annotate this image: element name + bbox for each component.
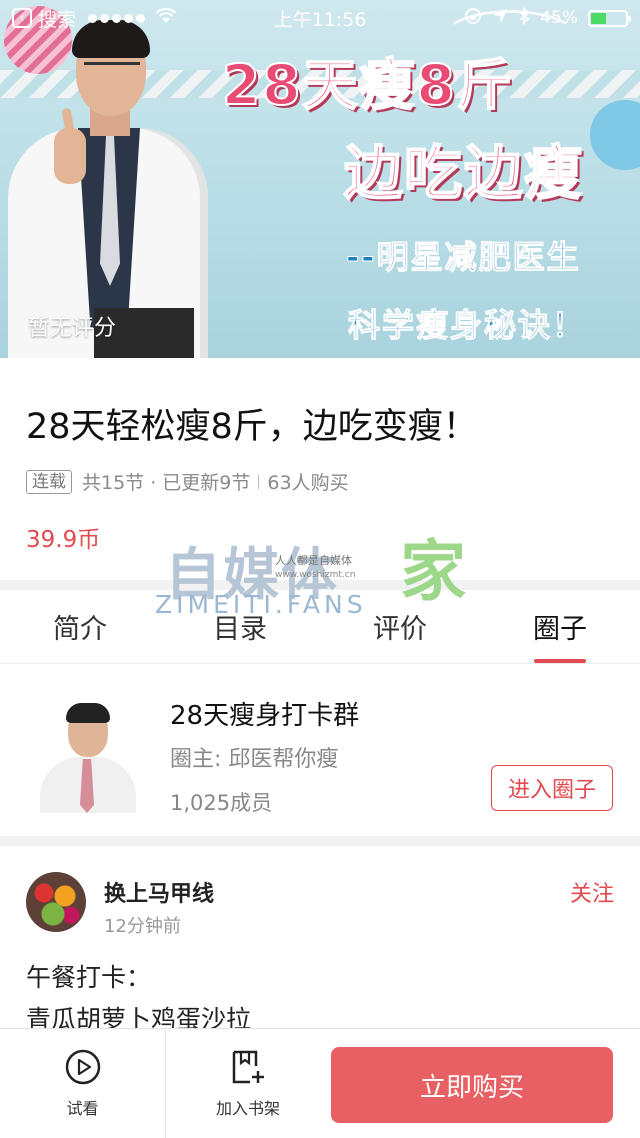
follow-button[interactable]: 关注 [570,876,614,908]
banner-title-line1: 28天瘦8斤 [221,52,514,118]
banner-title-line4: 科学瘦身秘诀！ [347,306,587,345]
tab-circle[interactable]: 圈子 [480,590,640,663]
bluetooth-icon [518,6,530,30]
wifi-icon [155,7,177,28]
section-divider [0,580,640,590]
section-divider [0,836,640,846]
course-title: 28天轻松瘦8斤，边吃变瘦！ [26,407,478,447]
doctor-illustration [8,18,213,358]
course-price: 39.9币 [26,527,101,553]
meta-divider [258,474,260,489]
circle-post: 换上马甲线 12分钟前 关注 午餐打卡： 青瓜胡萝卜鸡蛋沙拉 [0,846,640,1036]
battery-percent: 45% [540,8,578,28]
circle-owner: 圈主: 邱医帮你瘦 [170,747,339,772]
tab-intro[interactable]: 简介 [0,590,160,663]
buyer-count: 63人购买 [267,472,349,494]
circle-name: 28天瘦身打卡群 [170,701,360,731]
location-icon [492,8,508,29]
play-circle-icon [65,1049,101,1085]
post-timestamp: 12分钟前 [104,916,181,937]
tab-reviews[interactable]: 评价 [320,590,480,663]
post-username[interactable]: 换上马甲线 [104,876,214,908]
banner-blob-decoration [590,100,640,170]
tab-catalog[interactable]: 目录 [160,590,320,663]
course-banner: 28天瘦8斤 边吃边瘦 --明星减肥医生 科学瘦身秘诀！ 暂无评分 [0,0,640,358]
post-text-line: 午餐打卡： [26,963,152,992]
serial-tag: 连载 [26,469,72,494]
circle-card[interactable]: 28天瘦身打卡群 圈主: 邱医帮你瘦 1,025成员 进入圈子 [0,665,640,835]
circle-avatar [36,697,140,813]
add-to-shelf-label: 加入书架 [215,1099,280,1118]
bookmark-add-icon [230,1049,266,1085]
banner-title-line2: 边吃边瘦 [343,138,585,208]
trial-button[interactable]: 试看 [0,1029,165,1138]
course-tabs: 简介 目录 评价 圈子 [0,590,640,664]
back-to-app-label[interactable]: 搜索 [38,5,76,32]
back-to-app-icon[interactable]: ‹ [12,8,32,28]
trial-label: 试看 [66,1099,99,1118]
bottom-action-bar: 试看 加入书架 立即购买 [0,1028,640,1138]
status-bar: ‹ 搜索 上午11:56 45% [0,0,640,36]
join-circle-button[interactable]: 进入圈子 [491,765,613,811]
banner-title-line3: --明星减肥医生 [346,238,581,277]
section-count: 共15节 · 已更新9节 [82,472,251,494]
buy-now-button[interactable]: 立即购买 [331,1047,613,1123]
user-avatar[interactable] [26,872,86,932]
add-to-shelf-button[interactable]: 加入书架 [165,1029,330,1138]
battery-icon [588,9,631,27]
lock-rotation-icon [464,7,482,30]
signal-icon [88,13,146,23]
course-meta: 连载 共15节 · 已更新9节 63人购买 [26,468,349,495]
rating-label: 暂无评分 [28,316,117,341]
course-info: 28天轻松瘦8斤，边吃变瘦！ 连载 共15节 · 已更新9节 63人购买 39.… [0,358,640,582]
circle-member-count: 1,025成员 [170,791,273,815]
